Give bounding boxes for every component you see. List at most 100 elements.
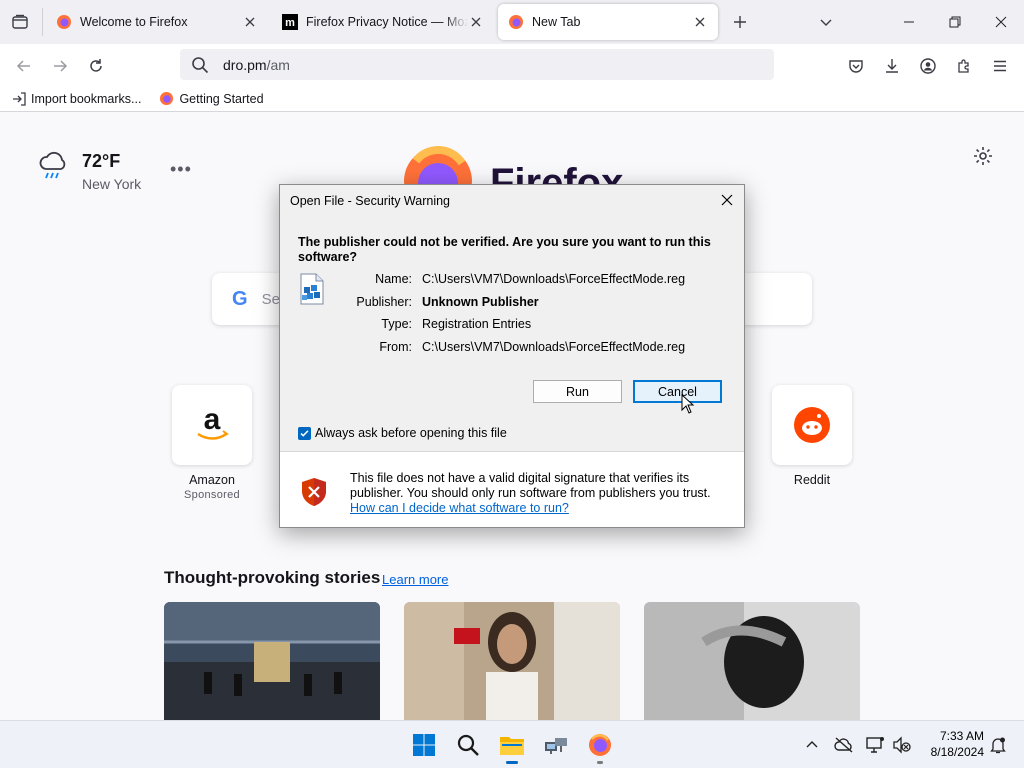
pocket-button[interactable]: [842, 52, 870, 80]
file-explorer-button[interactable]: [496, 729, 528, 764]
close-tab-icon[interactable]: [242, 14, 258, 30]
minimize-icon: [904, 21, 914, 23]
search-placeholder: Se: [261, 290, 280, 308]
help-link[interactable]: How can I decide what software to run?: [350, 501, 569, 515]
firefox-taskbar-button[interactable]: [584, 729, 616, 764]
shortcut-label: Reddit: [793, 473, 831, 487]
checkbox-label: Always ask before opening this file: [315, 426, 507, 440]
minimize-button[interactable]: [886, 0, 932, 44]
story-image: [164, 602, 380, 720]
puzzle-icon: [958, 59, 969, 73]
tab-title: Welcome to Firefox: [80, 15, 188, 29]
weather-options-icon[interactable]: •••: [170, 159, 192, 180]
new-tab-button[interactable]: [728, 10, 752, 34]
restore-button[interactable]: [932, 0, 978, 44]
notifications-button[interactable]: [986, 733, 1010, 757]
story-card[interactable]: [404, 602, 620, 720]
field-value: C:\Users\VM7\Downloads\ForceEffectMode.r…: [422, 272, 686, 286]
field-value: Registration Entries: [422, 317, 532, 331]
network-app-button[interactable]: [540, 729, 572, 761]
close-tab-icon[interactable]: [692, 14, 708, 30]
firefox-view-icon: [12, 14, 28, 29]
network-tray-button[interactable]: [864, 733, 888, 757]
clock-date: 8/18/2024: [930, 745, 984, 759]
weather-city: New York: [82, 176, 142, 192]
firefox-view-button[interactable]: [6, 8, 34, 36]
tab-title: New Tab: [532, 15, 581, 29]
field-key: Publisher:: [356, 295, 412, 309]
learn-more-link[interactable]: Learn more: [382, 572, 448, 587]
cancel-button[interactable]: Cancel: [633, 380, 722, 403]
tab-privacy-notice[interactable]: m Firefox Privacy Notice — Mozilla: [272, 4, 494, 40]
story-image: [644, 602, 860, 720]
shortcut-label: Amazon: [189, 473, 235, 487]
show-hidden-icons-button[interactable]: [800, 733, 824, 757]
checkbox-checked-icon: [298, 426, 311, 440]
start-button[interactable]: [408, 729, 440, 761]
story-card[interactable]: [644, 602, 860, 720]
type-row: Type: Registration Entries: [300, 317, 730, 333]
close-tab-icon[interactable]: [468, 14, 484, 30]
shortcut-icon-box: [772, 385, 852, 465]
tab-welcome[interactable]: Welcome to Firefox: [46, 4, 268, 40]
forward-button[interactable]: [46, 52, 74, 80]
gear-icon[interactable]: [972, 145, 994, 167]
close-window-button[interactable]: [978, 0, 1024, 44]
folder-icon: [500, 737, 524, 755]
from-row: From: C:\Users\VM7\Downloads\ForceEffect…: [300, 340, 730, 356]
app-menu-button[interactable]: [986, 52, 1014, 80]
url-bar[interactable]: dro.pm/am: [180, 49, 774, 80]
taskbar-search-button[interactable]: [452, 729, 484, 761]
reload-button[interactable]: [82, 52, 110, 80]
google-logo-icon: G: [232, 288, 248, 311]
windows-logo-icon: [413, 734, 435, 756]
mozilla-favicon-icon: m: [282, 14, 298, 30]
bookmark-label: Import bookmarks...: [31, 91, 142, 106]
chevron-down-icon: [820, 19, 832, 26]
shortcut-tile-reddit[interactable]: Reddit: [772, 385, 852, 487]
url-host: dro.pm: [223, 56, 267, 73]
field-key: Type:: [381, 317, 412, 331]
account-icon: [920, 58, 936, 74]
downloads-button[interactable]: [878, 52, 906, 80]
tab-bar: Welcome to Firefox m Firefox Privacy Not…: [0, 0, 1024, 44]
bookmarks-toolbar: Import bookmarks... Getting Started: [0, 86, 1024, 112]
bookmark-getting-started[interactable]: Getting Started: [159, 91, 264, 106]
back-button[interactable]: [10, 52, 38, 80]
security-warning-dialog: Open File - Security Warning The publish…: [279, 184, 745, 528]
speaker-muted-icon: [893, 736, 911, 754]
dialog-close-button[interactable]: [718, 191, 736, 209]
import-icon: [13, 91, 26, 106]
run-button[interactable]: Run: [533, 380, 622, 403]
bookmark-import[interactable]: Import bookmarks...: [12, 92, 141, 106]
field-value: C:\Users\VM7\Downloads\ForceEffectMode.r…: [422, 340, 686, 354]
extensions-button[interactable]: [950, 52, 978, 80]
onedrive-tray-button[interactable]: [832, 733, 856, 757]
url-text[interactable]: dro.pm/am: [223, 57, 290, 73]
url-path: /am: [266, 56, 290, 73]
tab-new-tab[interactable]: New Tab: [498, 4, 718, 40]
svg-text:a: a: [204, 407, 221, 436]
network-icon: [545, 738, 567, 754]
reload-icon: [90, 59, 102, 72]
reddit-logo-icon: [794, 407, 830, 443]
google-logo-text: G: [232, 287, 248, 310]
always-ask-checkbox[interactable]: Always ask before opening this file: [298, 426, 507, 440]
field-key: From:: [379, 340, 412, 354]
close-icon: [721, 194, 733, 206]
arrow-left-icon: [16, 60, 30, 72]
tab-separator: [42, 8, 43, 36]
mouse-cursor-icon: [681, 394, 695, 414]
weather-widget[interactable]: 72°F New York: [38, 151, 141, 192]
list-all-tabs-button[interactable]: [814, 10, 838, 34]
system-clock[interactable]: 7:33 AM 8/18/2024: [920, 728, 984, 760]
restore-icon: [949, 16, 961, 28]
cloud-off-icon: [834, 737, 853, 753]
pocket-icon: [849, 60, 863, 73]
account-button[interactable]: [914, 52, 942, 80]
story-card[interactable]: [164, 602, 380, 720]
taskbar: 7:33 AM 8/18/2024: [0, 720, 1024, 768]
volume-tray-button[interactable]: [890, 733, 914, 757]
field-value: Unknown Publisher: [422, 295, 539, 309]
shortcut-tile-amazon[interactable]: a Amazon Sponsored: [172, 385, 252, 501]
